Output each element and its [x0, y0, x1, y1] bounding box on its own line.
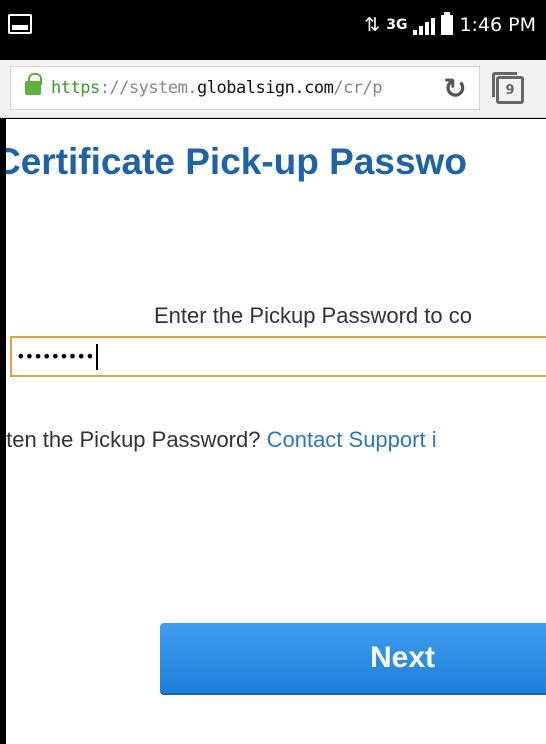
- instruction-text: Enter the Pickup Password to co: [154, 303, 472, 328]
- gallery-icon: [8, 14, 32, 34]
- web-page: Certificate Pick-up Passwo Enter the Pic…: [6, 119, 546, 744]
- clock: 1:46 PM: [459, 14, 536, 36]
- browser-toolbar: https://system.globalsign.com/cr/p ↻ 9: [0, 60, 546, 118]
- page-title: Certificate Pick-up Passwo: [6, 141, 467, 182]
- network-type: 3G: [386, 17, 408, 33]
- url-prefix: ://system.: [99, 78, 198, 98]
- lock-icon: [25, 73, 42, 95]
- url-path: /cr/p: [333, 78, 383, 98]
- url-scheme: https: [51, 78, 100, 98]
- status-indicators: ⇅ 3G 1:46 PM: [364, 10, 536, 40]
- url-text[interactable]: https://system.globalsign.com/cr/p: [51, 78, 437, 98]
- password-field[interactable]: •••••••••: [10, 336, 546, 377]
- battery-icon: [441, 12, 454, 35]
- tabs-icon[interactable]: 9: [492, 72, 524, 104]
- signal-icon: [413, 15, 436, 35]
- next-button[interactable]: Next: [160, 623, 546, 695]
- forgot-label: tten the Pickup Password?: [6, 427, 267, 452]
- url-host: globalsign.com: [197, 78, 334, 98]
- address-bar[interactable]: https://system.globalsign.com/cr/p ↻: [10, 66, 480, 110]
- reload-icon[interactable]: ↻: [437, 70, 473, 106]
- forgot-password-text: tten the Pickup Password? Contact Suppor…: [6, 427, 437, 453]
- contact-support-link[interactable]: Contact Support i: [267, 427, 437, 452]
- text-caret: [95, 343, 98, 370]
- data-transfer-icon: ⇅: [364, 14, 381, 36]
- status-bar: ⇅ 3G 1:46 PM: [0, 0, 546, 60]
- password-value: •••••••••: [16, 347, 95, 366]
- tab-count: 9: [505, 82, 515, 98]
